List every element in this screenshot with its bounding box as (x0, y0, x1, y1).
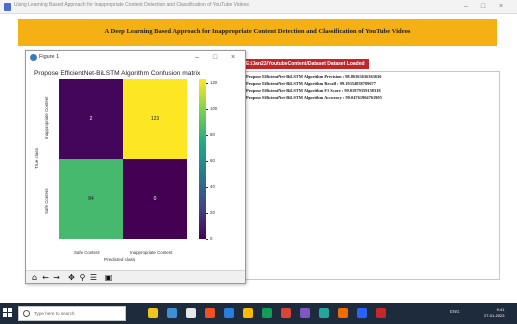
confusion-matrix-heatmap: 2 123 84 0 (59, 79, 187, 239)
pan-icon[interactable]: ✥ (66, 272, 77, 283)
recall-line: Propose EfficientNet-BiLSTM Algorithm Re… (246, 81, 376, 86)
figure-minimize-button[interactable]: – (190, 52, 204, 63)
colorbar-tick-mark (206, 161, 208, 162)
minimize-button[interactable]: – (459, 1, 473, 12)
colorbar-tick-label: 0 (210, 236, 213, 241)
x-tick-label: Inappropriate Content (130, 250, 173, 255)
taskbar-app-icon[interactable] (338, 308, 348, 318)
taskbar-app-icon[interactable] (167, 308, 177, 318)
colorbar-tick-label: 40 (210, 184, 215, 189)
close-button[interactable]: × (494, 1, 508, 12)
taskbar-app-icon[interactable] (281, 308, 291, 318)
x-tick-label: Safe Content (74, 250, 100, 255)
maximize-button[interactable]: □ (476, 1, 490, 12)
figure-window[interactable]: Figure 1 – □ × Propose EfficientNet-BiLS… (25, 50, 246, 284)
desktop: Using Learning Based Approach for Inappr… (0, 0, 517, 324)
heatmap-cell-value: 2 (89, 116, 93, 122)
figure-titlebar[interactable]: Figure 1 – □ × (26, 51, 245, 65)
windows-start-icon[interactable] (3, 308, 13, 318)
taskbar-app-icon[interactable] (357, 308, 367, 318)
y-tick-label: Safe Content (44, 188, 49, 214)
taskbar-app-icon[interactable] (224, 308, 234, 318)
heatmap-cell-value: 84 (88, 196, 94, 202)
zoom-icon[interactable]: ⚲ (77, 272, 88, 283)
banner-title: A Deep Learning Based Approach for Inapp… (104, 28, 411, 35)
heatmap-cell: 2 (59, 79, 123, 159)
colorbar-tick-label: 100 (210, 106, 218, 111)
taskbar-app-icon[interactable] (300, 308, 310, 318)
clock-date: 27-01-2023 (484, 313, 505, 318)
search-icon (23, 310, 30, 317)
figure-toolbar: ⌂ ← → ✥ ⚲ ☰ ▣ (26, 270, 245, 283)
app-window-title: Using Learning Based Approach for Inappr… (14, 2, 249, 8)
figure-icon (30, 54, 37, 61)
taskbar-app-icon[interactable] (262, 308, 272, 318)
colorbar-tick-mark (206, 135, 208, 136)
f1-score-line: Propose EfficientNet-BiLSTM Algorithm F1… (246, 88, 381, 93)
heatmap-cell: 84 (59, 159, 123, 239)
heatmap-cell-value: 123 (150, 116, 160, 122)
app-titlebar: Using Learning Based Approach for Inappr… (0, 0, 517, 14)
taskbar-app-icon[interactable] (148, 308, 158, 318)
colorbar-tick-label: 120 (210, 80, 218, 85)
figure-maximize-button[interactable]: □ (208, 52, 222, 63)
taskbar: Type here to search ENG 9:41 27-01-2023 (0, 303, 517, 324)
header-banner: A Deep Learning Based Approach for Inapp… (18, 19, 497, 46)
figure-close-button[interactable]: × (226, 52, 240, 63)
results-text: Propose EfficientNet-BiLSTM Algorithm Pr… (246, 73, 382, 101)
colorbar-tick-mark (206, 109, 208, 110)
colorbar-tick-label: 60 (210, 158, 215, 163)
colorbar-tick-mark (206, 213, 208, 214)
save-icon[interactable]: ▣ (103, 272, 114, 283)
heatmap-cell: 0 (123, 159, 187, 239)
heatmap-cell-value: 0 (153, 196, 157, 202)
dataset-path-label: E:/Jan23/YoutubeContent/Dataset Dataset … (242, 59, 369, 69)
taskbar-app-icon[interactable] (186, 308, 196, 318)
forward-icon[interactable]: → (51, 272, 62, 283)
output-text-area[interactable] (242, 71, 500, 280)
taskbar-app-icon[interactable] (243, 308, 253, 318)
heatmap-cell: 123 (123, 79, 187, 159)
precision-line: Propose EfficientNet-BiLSTM Algorithm Pr… (246, 74, 382, 79)
accuracy-line: Propose EfficientNet-BiLSTM Algorithm Ac… (246, 95, 382, 100)
app-client-area: A Deep Learning Based Approach for Inapp… (0, 15, 517, 300)
taskbar-search-input[interactable]: Type here to search (18, 306, 126, 321)
colorbar-tick-label: 20 (210, 210, 215, 215)
y-tick-label: Inappropriate Content (44, 96, 49, 139)
search-placeholder: Type here to search (34, 311, 75, 316)
system-clock[interactable]: 9:41 27-01-2023 (484, 307, 504, 319)
taskbar-app-icon[interactable] (319, 308, 329, 318)
colorbar-tick-mark (206, 83, 208, 84)
y-axis-label: True class (34, 147, 39, 169)
chart-title: Propose EfficientNet-BiLSTM Algorithm Co… (34, 70, 201, 77)
app-icon (4, 3, 11, 11)
back-icon[interactable]: ← (40, 272, 51, 283)
x-axis-label: Predicted class (104, 257, 136, 262)
language-indicator[interactable]: ENG (450, 309, 460, 314)
figure-title: Figure 1 (39, 54, 60, 60)
colorbar-tick-mark (206, 187, 208, 188)
colorbar (199, 79, 206, 239)
home-icon[interactable]: ⌂ (29, 272, 40, 283)
colorbar-tick-label: 80 (210, 132, 215, 137)
colorbar-tick-mark (206, 239, 208, 240)
configure-icon[interactable]: ☰ (88, 272, 99, 283)
taskbar-app-icon[interactable] (205, 308, 215, 318)
taskbar-app-icon[interactable] (376, 308, 386, 318)
